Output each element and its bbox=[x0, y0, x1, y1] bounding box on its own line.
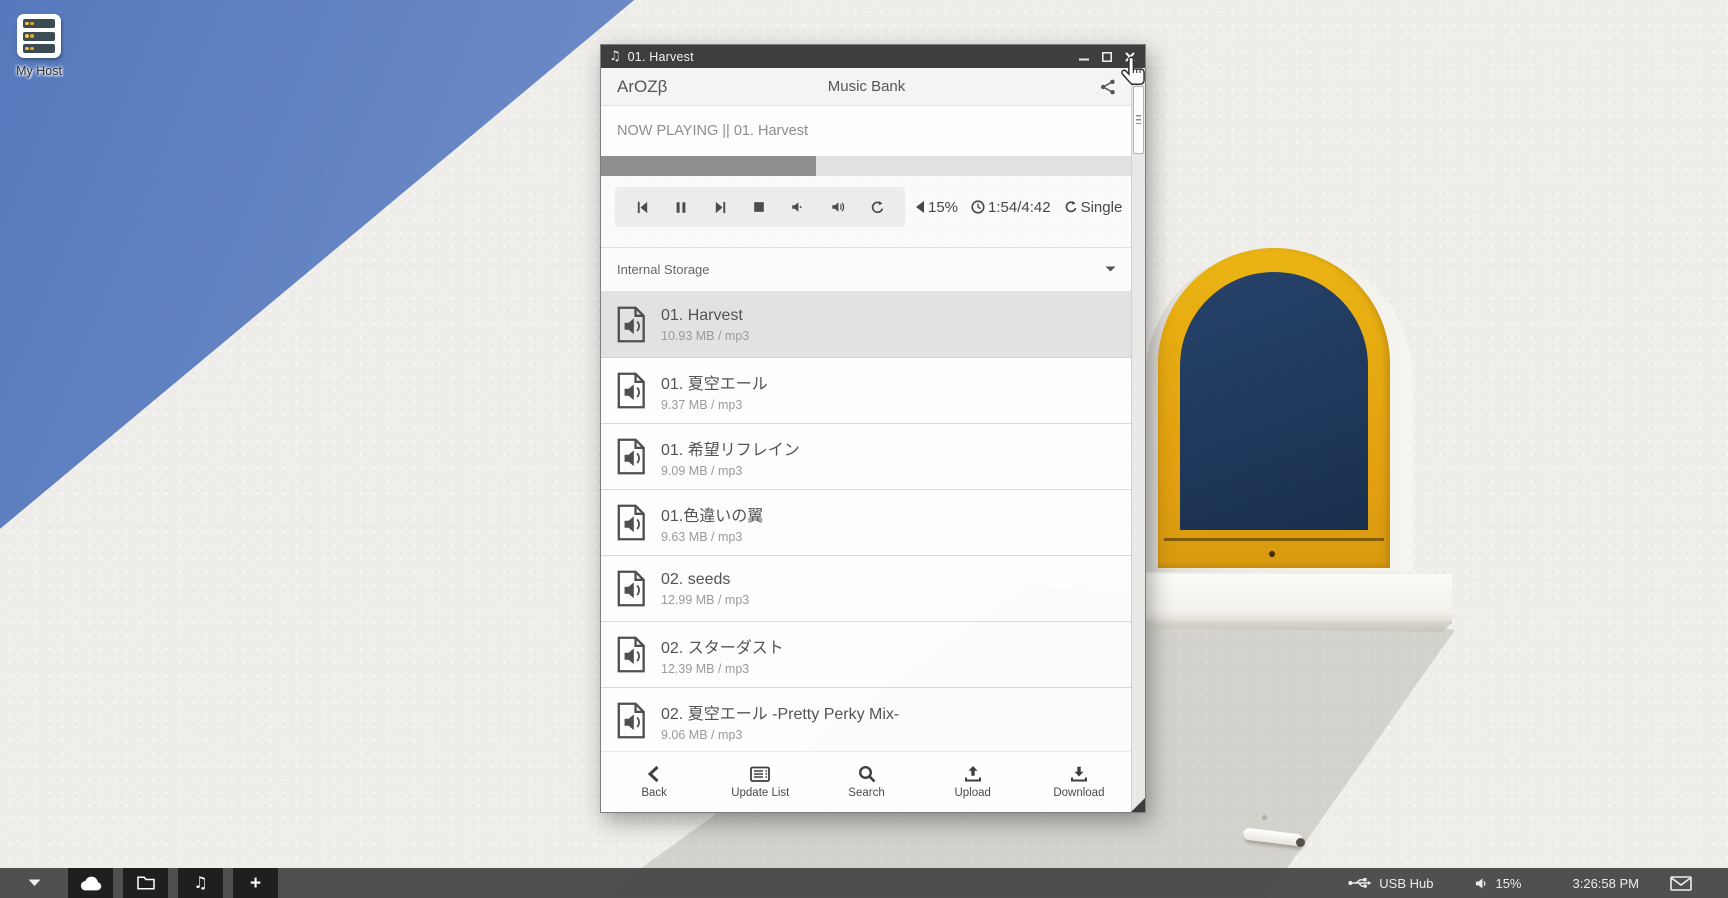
chevron-left-icon bbox=[646, 765, 662, 783]
upload-button[interactable]: Upload bbox=[920, 752, 1026, 812]
audio-file-icon bbox=[615, 702, 648, 739]
download-icon bbox=[1070, 765, 1088, 783]
audio-file-icon bbox=[615, 438, 648, 475]
volume-down-icon[interactable] bbox=[790, 200, 805, 214]
taskbar-add-app[interactable]: + bbox=[233, 868, 278, 898]
progress-bar[interactable] bbox=[601, 156, 1132, 176]
audio-file-icon bbox=[615, 504, 648, 541]
taskbar-files-app[interactable] bbox=[123, 868, 168, 898]
now-playing-label: NOW PLAYING || 01. Harvest bbox=[617, 123, 808, 139]
track-list: 01. Harvest 10.93 MB / mp3 01. 夏空エール 9.3… bbox=[601, 292, 1132, 751]
track-row[interactable]: 02. 夏空エール -Pretty Perky Mix- 9.06 MB / m… bbox=[601, 688, 1132, 751]
wall-pipe-dot bbox=[1262, 815, 1267, 820]
music-note-icon: ♫ bbox=[193, 875, 207, 891]
volume-status[interactable]: 15% bbox=[1475, 876, 1521, 891]
caret-down-icon bbox=[28, 879, 41, 887]
stop-button[interactable] bbox=[752, 200, 766, 214]
wall-pipe-tip bbox=[1296, 838, 1305, 847]
volume-triangle-icon bbox=[915, 201, 925, 213]
player-controls: 15% 1:54/4:42 Single bbox=[601, 187, 1132, 227]
photo-window-knob bbox=[1269, 551, 1275, 557]
taskbar-music-app[interactable]: ♫ bbox=[178, 868, 223, 898]
music-player-window: ♫ 01. Harvest Music Bank ArOZβ bbox=[600, 44, 1146, 813]
mouse-cursor-hand bbox=[1121, 56, 1148, 90]
update-list-button[interactable]: Update List bbox=[707, 752, 813, 812]
music-note-icon: ♫ bbox=[609, 49, 621, 64]
track-row[interactable]: 02. seeds 12.99 MB / mp3 bbox=[601, 556, 1132, 622]
now-playing-row: NOW PLAYING || 01. Harvest bbox=[601, 106, 1132, 156]
track-row[interactable]: 01. Harvest 10.93 MB / mp3 bbox=[601, 292, 1132, 358]
time-readout: 1:54/4:42 bbox=[971, 199, 1051, 216]
window-scrollbar[interactable] bbox=[1131, 68, 1145, 812]
next-track-button[interactable] bbox=[713, 200, 728, 215]
clock-icon bbox=[971, 200, 985, 214]
server-icon bbox=[17, 14, 61, 58]
back-button[interactable]: Back bbox=[601, 752, 707, 812]
track-row[interactable]: 01. 夏空エール 9.37 MB / mp3 bbox=[601, 358, 1132, 424]
search-icon bbox=[858, 765, 876, 783]
download-button[interactable]: Download bbox=[1026, 752, 1132, 812]
minimize-button[interactable] bbox=[1077, 50, 1091, 64]
track-row[interactable]: 01.色違いの翼 9.63 MB / mp3 bbox=[601, 490, 1132, 556]
usb-hub-status[interactable]: USB Hub bbox=[1348, 876, 1433, 891]
photo-window-sill bbox=[1140, 574, 1452, 622]
app-header: Music Bank ArOZβ bbox=[601, 68, 1132, 106]
previous-track-button[interactable] bbox=[635, 200, 650, 215]
track-row[interactable]: 01. 希望リフレイン 9.09 MB / mp3 bbox=[601, 424, 1132, 490]
audio-file-icon bbox=[615, 306, 648, 343]
maximize-button[interactable] bbox=[1100, 50, 1114, 64]
window-titlebar[interactable]: ♫ 01. Harvest bbox=[601, 45, 1145, 68]
audio-file-icon bbox=[615, 372, 648, 409]
scrollbar-thumb[interactable] bbox=[1133, 86, 1144, 154]
repeat-mode-icon bbox=[1064, 200, 1078, 214]
audio-file-icon bbox=[615, 570, 648, 607]
upload-icon bbox=[964, 765, 982, 783]
taskbar-expand-caret[interactable] bbox=[0, 879, 68, 887]
transport-buttons bbox=[615, 187, 905, 227]
app-title: Music Bank bbox=[601, 78, 1132, 95]
folder-icon bbox=[136, 875, 156, 891]
track-row[interactable]: 02. スターダスト 12.39 MB / mp3 bbox=[601, 622, 1132, 688]
list-icon bbox=[750, 766, 770, 783]
share-button[interactable] bbox=[1100, 79, 1116, 95]
desktop-icon-my-host[interactable]: My Host bbox=[6, 14, 72, 78]
envelope-icon bbox=[1670, 876, 1692, 891]
desktop-icon-label: My Host bbox=[6, 64, 72, 78]
search-button[interactable]: Search bbox=[813, 752, 919, 812]
taskbar: ♫ + USB Hub 15% 3:26:58 PM bbox=[0, 868, 1728, 898]
play-mode-toggle[interactable]: Single bbox=[1064, 199, 1123, 216]
storage-selector-value: Internal Storage bbox=[617, 262, 710, 277]
window-title: 01. Harvest bbox=[628, 50, 694, 64]
messages-tray[interactable] bbox=[1670, 876, 1692, 891]
photo-window-frame-line bbox=[1164, 538, 1384, 541]
volume-readout: 15% bbox=[915, 199, 958, 216]
volume-up-icon[interactable] bbox=[830, 200, 846, 214]
usb-icon bbox=[1348, 876, 1372, 890]
plus-icon: + bbox=[250, 874, 261, 893]
repeat-button[interactable] bbox=[870, 200, 885, 215]
speaker-icon bbox=[1475, 877, 1488, 890]
footer-toolbar: Back Update List Search Upload Download bbox=[601, 751, 1132, 812]
audio-file-icon bbox=[615, 636, 648, 673]
photo-window-glass bbox=[1180, 272, 1368, 530]
storage-selector[interactable]: Internal Storage bbox=[601, 247, 1132, 292]
taskbar-cloud-app[interactable] bbox=[68, 868, 113, 898]
cloud-icon bbox=[78, 874, 104, 892]
resize-handle[interactable] bbox=[1131, 798, 1145, 812]
clock[interactable]: 3:26:58 PM bbox=[1573, 876, 1640, 891]
chevron-down-icon bbox=[1105, 266, 1116, 273]
progress-fill bbox=[601, 156, 816, 176]
pause-button[interactable] bbox=[674, 200, 688, 215]
